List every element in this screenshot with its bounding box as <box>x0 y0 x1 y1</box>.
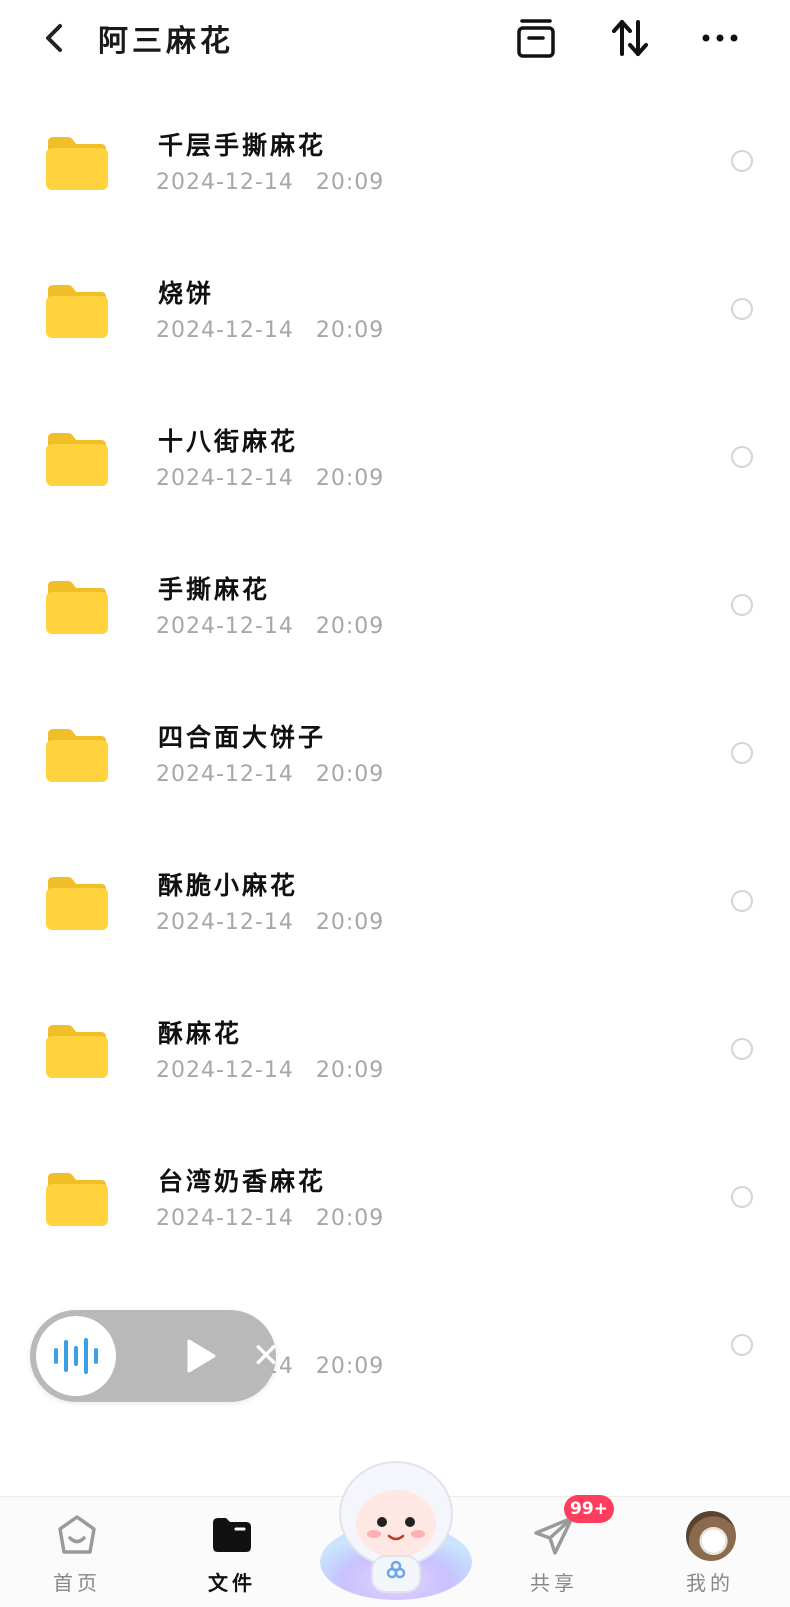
folder-icon <box>210 1513 254 1557</box>
folder-icon <box>44 726 110 784</box>
file-date: 2024-12-1420:09 <box>156 1206 385 1231</box>
list-item[interactable]: 烧饼 2024-12-14 20:09 <box>0 224 790 376</box>
archive-icon[interactable] <box>514 16 558 60</box>
tab-label: 我的 <box>686 1571 734 1595</box>
file-date: 2024-12-1420:09 <box>156 910 385 935</box>
tab-profile[interactable]: 我的 <box>650 1497 770 1607</box>
back-icon[interactable] <box>36 18 76 58</box>
top-bar: 阿三麻花 <box>0 0 790 76</box>
file-name: 十八街麻花 <box>158 427 299 456</box>
file-date: 2024-12-1420:09 <box>156 614 385 639</box>
folder-icon <box>44 134 110 192</box>
file-name: 手撕麻花 <box>158 575 271 604</box>
file-date: 2024-12-1420:09 <box>156 170 385 195</box>
folder-icon <box>44 1022 110 1080</box>
assistant-mascot[interactable] <box>316 1452 476 1602</box>
file-name: 千层手撕麻花 <box>158 131 327 160</box>
home-icon <box>55 1513 99 1557</box>
select-radio[interactable] <box>731 742 753 764</box>
page-title: 阿三麻花 <box>98 24 234 59</box>
tab-label: 共享 <box>530 1571 578 1595</box>
list-item[interactable]: 十八街麻花 2024-12-14 20:09 <box>0 372 790 524</box>
folder-icon <box>44 578 110 636</box>
file-name: 酥麻花 <box>158 1019 243 1048</box>
tab-home[interactable]: 首页 <box>17 1497 137 1607</box>
folder-icon <box>44 282 110 340</box>
tab-label: 首页 <box>53 1571 101 1595</box>
folder-icon <box>44 1170 110 1228</box>
tab-files[interactable]: 文件 <box>172 1497 292 1607</box>
folder-icon <box>44 430 110 488</box>
file-name: 台湾奶香麻花 <box>158 1167 327 1196</box>
sort-icon[interactable] <box>608 16 652 60</box>
tab-share[interactable]: 99+ 共享 <box>494 1495 614 1607</box>
list-item[interactable]: 酥脆小麻花 2024-12-14 20:09 <box>0 816 790 968</box>
floating-voice-player[interactable]: ✕ <box>30 1310 280 1402</box>
list-item[interactable]: 台湾奶香麻花 2024-12-14 20:09 <box>0 1112 790 1264</box>
select-radio[interactable] <box>731 890 753 912</box>
list-item[interactable]: 千层手撕麻花 2024-12-14 20:09 <box>0 76 790 228</box>
select-radio[interactable] <box>731 1038 753 1060</box>
tab-label: 文件 <box>208 1571 256 1595</box>
folder-icon <box>44 874 110 932</box>
select-radio[interactable] <box>731 594 753 616</box>
file-date: 2024-12-1420:09 <box>156 1058 385 1083</box>
select-radio[interactable] <box>731 298 753 320</box>
close-icon[interactable]: ✕ <box>248 1336 284 1376</box>
file-name: 烧饼 <box>158 279 215 308</box>
avatar <box>686 1511 736 1561</box>
file-date: 2024-12-1420:09 <box>156 466 385 491</box>
list-item[interactable]: 酥麻花 2024-12-14 20:09 <box>0 964 790 1116</box>
file-name: 酥脆小麻花 <box>158 871 299 900</box>
play-icon[interactable] <box>180 1336 220 1376</box>
list-item[interactable]: 四合面大饼子 2024-12-14 20:09 <box>0 668 790 820</box>
notification-badge: 99+ <box>564 1495 614 1523</box>
select-radio[interactable] <box>731 150 753 172</box>
more-icon[interactable] <box>698 16 742 60</box>
select-radio[interactable] <box>731 1186 753 1208</box>
voice-wave-icon[interactable] <box>36 1316 116 1396</box>
file-name: 四合面大饼子 <box>158 723 327 752</box>
list-item[interactable]: 手撕麻花 2024-12-14 20:09 <box>0 520 790 672</box>
file-date: 2024-12-1420:09 <box>156 318 385 343</box>
select-radio[interactable] <box>731 446 753 468</box>
select-radio[interactable] <box>731 1334 753 1356</box>
file-date: 2024-12-1420:09 <box>156 762 385 787</box>
